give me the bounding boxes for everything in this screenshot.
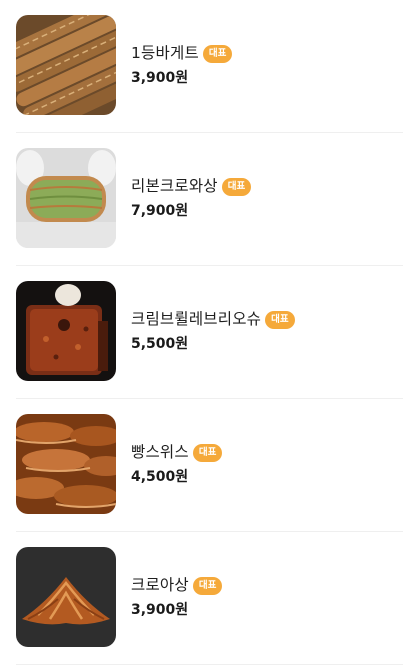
menu-item-swiss-pastry[interactable]: 빵스위스 대표 4,500원 [0,399,403,532]
signature-badge: 대표 [221,177,252,196]
menu-item-ribbon-croissant[interactable]: 리본크로와상 대표 7,900원 [0,133,403,266]
divider [16,664,403,665]
menu-item-name: 리본크로와상 [131,177,218,195]
menu-list: 1등바게트 대표 3,900원 리본크로와상 대표 7,900원 크림브륄레브리… [0,0,403,667]
signature-badge: 대표 [192,443,223,462]
menu-item-price: 3,900원 [131,70,189,86]
menu-item-creme-brulee-brioche[interactable]: 크림브륄레브리오슈 대표 5,500원 [0,266,403,399]
menu-item-price: 3,900원 [131,602,189,618]
signature-badge: 대표 [265,310,295,329]
croissant-photo [16,547,116,647]
creme-brulee-brioche-photo [16,281,116,381]
swiss-roll-pastry-photo [16,414,116,514]
menu-item-price: 7,900원 [131,203,189,219]
signature-badge: 대표 [202,44,233,63]
menu-item-name-row: 1등바게트 대표 [131,40,233,64]
menu-item-price: 5,500원 [131,336,189,352]
baguette-photo [16,15,116,115]
menu-item-name: 크로아상 [131,576,189,594]
menu-item-name-row: 크림브륄레브리오슈 대표 [131,306,295,330]
menu-item-name: 크림브륄레브리오슈 [131,310,262,328]
menu-item-baguette[interactable]: 1등바게트 대표 3,900원 [0,0,403,133]
menu-item-price: 4,500원 [131,469,189,485]
ribbon-croissant-photo [16,148,116,248]
menu-item-name-row: 빵스위스 대표 [131,439,223,463]
signature-badge: 대표 [192,576,223,595]
menu-item-name-row: 크로아상 대표 [131,572,223,596]
menu-item-croissant[interactable]: 크로아상 대표 3,900원 [0,532,403,665]
menu-item-name: 빵스위스 [131,443,189,461]
menu-item-name: 1등바게트 [131,44,199,62]
menu-item-name-row: 리본크로와상 대표 [131,173,252,197]
